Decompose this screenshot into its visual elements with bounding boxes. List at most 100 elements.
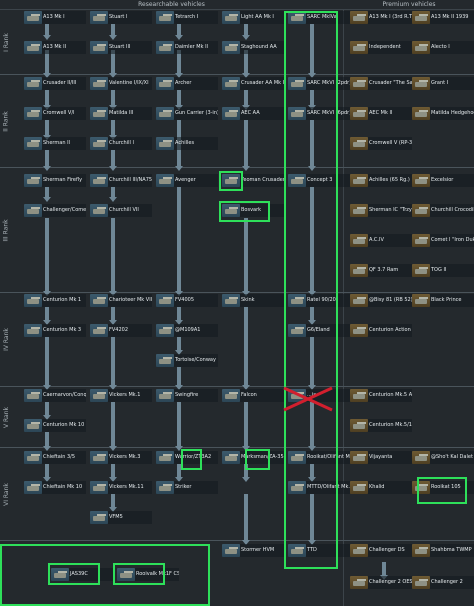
tank-icon [412,264,430,277]
vehicle-centurion-mk1[interactable]: Centurion Mk 1 [24,294,86,307]
research-arrow [175,24,183,40]
vehicle-centurion-mk3[interactable]: Centurion Mk 3 [24,324,86,337]
premium-shahbma-twmp[interactable]: Shahbma TWMP [412,544,474,557]
premium-centurion-action-x[interactable]: Centurion Action X [350,324,412,337]
vehicle-gun-carrier[interactable]: Gun Carrier (3-in) [156,107,218,120]
tank-icon [350,204,368,217]
vehicle-valentine[interactable]: Valentine I/IX/XI [90,77,152,90]
vehicle-light-aa-mk1[interactable]: Light AA Mk I [222,11,284,24]
vehicle-churchill-na75[interactable]: Churchill III/NA75 [90,174,152,187]
vehicle-tortoise-conway[interactable]: Tortoise/Conway [156,354,218,367]
vehicle-stuart-3[interactable]: Stuart III [90,41,152,54]
premium-vijayanta[interactable]: Vijayanta [350,451,412,464]
premium-matilda-hedgehog[interactable]: Matilda Hedgehog [412,107,474,120]
premium-achilles-65rg[interactable]: Achilles (65 Rg.) [350,174,412,187]
tank-icon [412,576,430,589]
premium-crusader-the-saint[interactable]: Crusader "The Sai [350,77,412,90]
vehicle-avenger[interactable]: Avenger [156,174,218,187]
vehicle-striker[interactable]: Striker [156,481,218,494]
rank-divider [0,447,474,448]
research-arrow [109,24,117,40]
vehicle-a13-mk1[interactable]: A13 Mk I [24,11,86,24]
research-arrow [242,494,250,545]
research-arrow [242,307,250,390]
rank-3-label: III Rank [2,218,10,242]
premium-alecto[interactable]: Alecto I [412,41,474,54]
vehicle-stuart-1[interactable]: Stuart I [90,11,152,24]
premium-qf37-ram[interactable]: QF 3.7 Ram [350,264,412,277]
vehicle-staghound-aa[interactable]: Staghound AA [222,41,284,54]
premium-black-prince[interactable]: Black Prince [412,294,474,307]
vehicle-vickers-mk11[interactable]: Vickers Mk.11 [90,481,152,494]
vehicle-tetrarch-1[interactable]: Tetrarch I [156,11,218,24]
premium-grant-1[interactable]: Grant I [412,77,474,90]
tank-icon [350,576,368,589]
highlight-jas39c [48,563,100,585]
highlight-za35 [245,449,270,470]
vehicle-crusader-aa-mk1[interactable]: Crusader AA Mk I [222,77,284,90]
research-arrow [242,402,250,451]
premium-challenger-2-oes[interactable]: Challenger 2 OES [350,576,412,589]
premium-bishop-81[interactable]: @Bisy 81 (RB 52) [350,294,412,307]
vehicle-cromwell-v-i[interactable]: Cromwell V/I [24,107,86,120]
tank-icon [90,451,108,464]
vehicle-sherman-2[interactable]: Sherman II [24,137,86,150]
premium-centurion-mk5-1[interactable]: Centurion Mk.5/1 [350,419,412,432]
vehicle-sherman-firefly[interactable]: Sherman Firefly [24,174,86,187]
premium-excelsior[interactable]: Excelsior [412,174,474,187]
vehicle-m109a1[interactable]: @M109A1 [156,324,218,337]
vehicle-chieftain-mk10[interactable]: Chieftain Mk 10 [24,481,86,494]
premium-a13-mk2-1939[interactable]: A13 Mk II 1939 [412,11,474,24]
spaa-icon [222,41,240,54]
research-arrow [43,307,51,325]
vehicle-aec-aa[interactable]: AEC AA [222,107,284,120]
vehicle-churchill-1[interactable]: Churchill I [90,137,152,150]
tank-icon [412,204,430,217]
premium-cromwell-rp3[interactable]: Cromwell V (RP-3 [350,137,412,150]
premium-challenger-ds[interactable]: Challenger DS [350,544,412,557]
vehicle-challenger-comet[interactable]: Challenger/Comet [24,204,86,217]
vehicle-swingfire[interactable]: Swingfire [156,389,218,402]
premium-challenger-2[interactable]: Challenger 2 [412,576,474,589]
premium-shot-kal-dalet[interactable]: @Sho't Kal Dalet [412,451,474,464]
premium-aciv[interactable]: A.C.IV [350,234,412,247]
vehicle-achilles[interactable]: Achilles [156,137,218,150]
artillery-icon [156,324,174,337]
vehicle-churchill-7[interactable]: Churchill VII [90,204,152,217]
vehicle-daimler-mk2[interactable]: Daimler Mk II [156,41,218,54]
tank-icon [412,451,430,464]
research-arrow [242,24,250,40]
vehicle-crusader-2-3[interactable]: Crusader II/III [24,77,86,90]
highlight-zt3a2 [181,449,202,470]
vehicle-vfm5[interactable]: VFM5 [90,511,152,524]
highlight-rooikat-105 [417,477,467,504]
vehicle-centurion-mk10[interactable]: Centurion Mk 10 [24,419,86,432]
premium-independent[interactable]: Independent [350,41,412,54]
vehicle-a13-mk2[interactable]: A13 Mk II [24,41,86,54]
premium-a13-mk1-3rt[interactable]: A13 Mk I (3rd R.T. [350,11,412,24]
vehicle-vickers-mk3[interactable]: Vickers Mk.3 [90,451,152,464]
premium-aec-mk2[interactable]: AEC Mk II [350,107,412,120]
vehicle-stormer-hvm[interactable]: Stormer HVM [222,544,284,557]
premium-tog2[interactable]: TOG II [412,264,474,277]
premium-centurion-mk5-av[interactable]: Centurion Mk.5 AV [350,389,412,402]
highlight-aircraft-section [0,544,210,606]
premium-sherman-ic-trzye[interactable]: Sherman IC "Trzye [350,204,412,217]
vehicle-charioteer[interactable]: Charioteer Mk VII [90,294,152,307]
research-arrow [242,90,250,110]
premium-khalid[interactable]: Khalid [350,481,412,494]
vehicle-vickers-mk1[interactable]: Vickers Mk.1 [90,389,152,402]
vehicle-archer[interactable]: Archer [156,77,218,90]
vehicle-fv4202[interactable]: FV4202 [90,324,152,337]
vehicle-matilda-3[interactable]: Matilda III [90,107,152,120]
vehicle-chieftain-3-5[interactable]: Chieftain 3/5 [24,451,86,464]
premium-churchill-crocodile[interactable]: Churchill Crocodile [412,204,474,217]
vehicle-fv4005[interactable]: FV4005 [156,294,218,307]
vehicle-skink[interactable]: Skink [222,294,284,307]
tank-destroyer-icon [350,264,368,277]
research-arrow [175,402,183,451]
vehicle-caernarvon-conq[interactable]: Caernarvon/Conq. [24,389,86,402]
premium-comet-iron-duke[interactable]: Comet I "Iron Duke [412,234,474,247]
vehicle-falcon[interactable]: Falcon [222,389,284,402]
tank-icon [412,174,430,187]
